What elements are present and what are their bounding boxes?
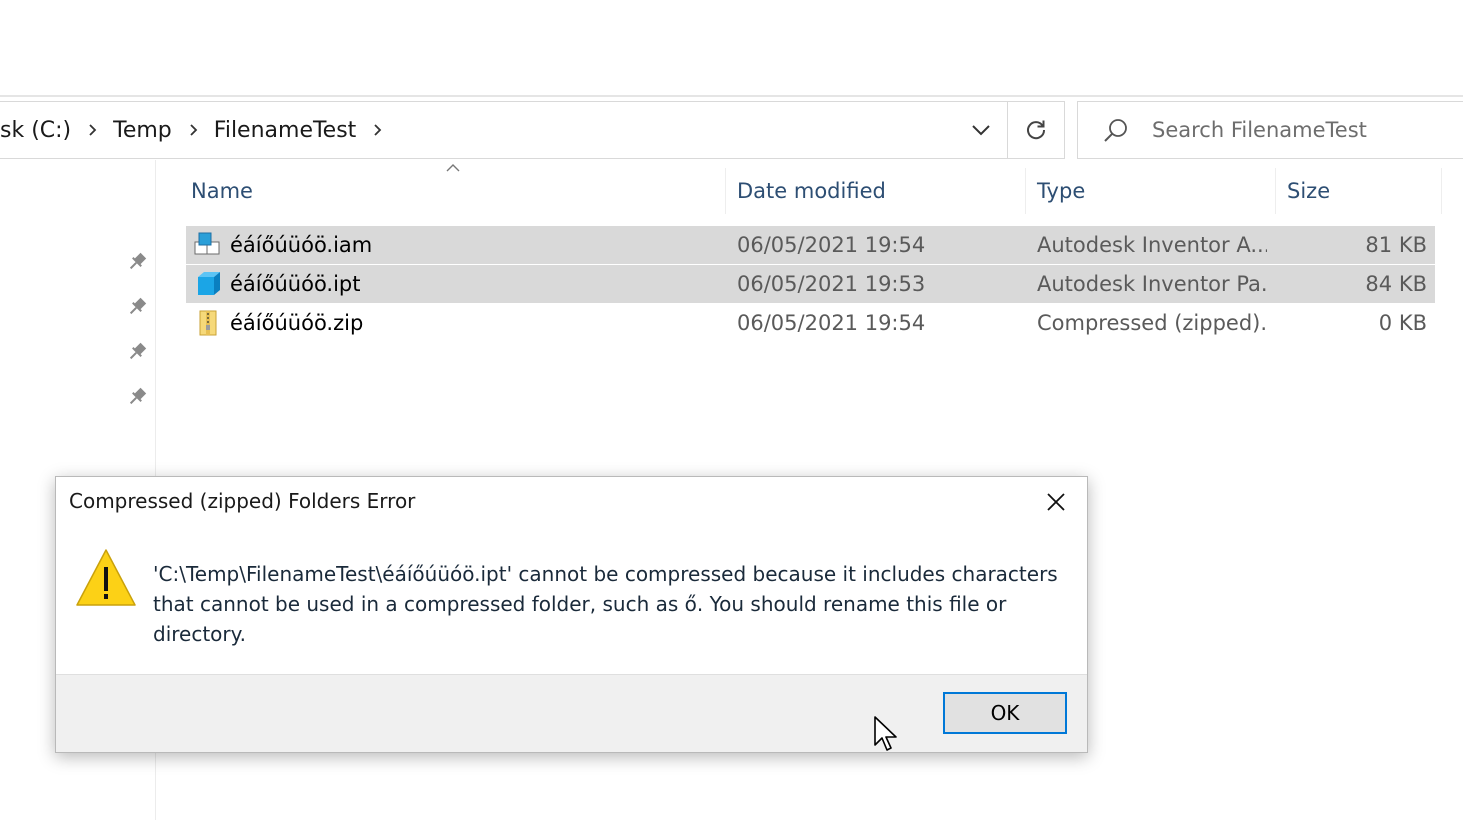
- search-input[interactable]: [1152, 102, 1463, 158]
- pin-icon[interactable]: [124, 249, 150, 275]
- table-row[interactable]: éáíőúüóö.iam 06/05/2021 19:54 Autodesk I…: [186, 226, 1435, 264]
- file-name: éáíőúüóö.zip: [230, 311, 364, 335]
- table-row[interactable]: éáíőúüóö.zip 06/05/2021 19:54 Compressed…: [186, 304, 1435, 342]
- file-name: éáíőúüóö.iam: [230, 233, 373, 257]
- refresh-icon: [1027, 120, 1046, 140]
- chevron-down-icon: [972, 125, 990, 136]
- file-date-modified: 06/05/2021 19:53: [737, 272, 926, 296]
- mouse-cursor-icon: [874, 716, 897, 751]
- column-divider[interactable]: [1441, 168, 1442, 214]
- dialog-message: 'C:\Temp\FilenameTest\éáíőúüóö.ipt' cann…: [153, 562, 1058, 646]
- pin-icon[interactable]: [124, 294, 150, 320]
- chevron-right-icon[interactable]: [87, 124, 99, 136]
- address-history-dropdown[interactable]: [956, 102, 1006, 158]
- file-type: Autodesk Inventor A...: [1037, 233, 1267, 257]
- dialog-title: Compressed (zipped) Folders Error: [69, 489, 416, 513]
- breadcrumb-filenametest[interactable]: FilenameTest: [214, 118, 357, 143]
- pin-icon[interactable]: [124, 339, 150, 365]
- table-row[interactable]: éáíőúüóö.ipt 06/05/2021 19:53 Autodesk I…: [186, 265, 1435, 303]
- file-type: Autodesk Inventor Pa...: [1037, 272, 1267, 296]
- file-size: 0 KB: [1378, 311, 1427, 335]
- warning-icon: [76, 549, 136, 606]
- column-header-size[interactable]: Size: [1287, 168, 1437, 214]
- breadcrumb: sk (C:) Temp FilenameTest: [0, 102, 398, 158]
- file-size: 81 KB: [1365, 233, 1427, 257]
- ribbon-area: [0, 0, 1463, 96]
- file-size: 84 KB: [1365, 272, 1427, 296]
- file-date-modified: 06/05/2021 19:54: [737, 311, 926, 335]
- zip-folder-icon: [199, 310, 217, 336]
- dialog-footer: OK: [56, 674, 1087, 752]
- address-bar[interactable]: sk (C:) Temp FilenameTest: [0, 101, 1065, 159]
- column-header-type[interactable]: Type: [1037, 168, 1267, 214]
- column-divider[interactable]: [1275, 168, 1276, 214]
- file-name: éáíőúüóö.ipt: [230, 272, 361, 296]
- error-dialog: Compressed (zipped) Folders Error 'C:\Te…: [55, 476, 1088, 753]
- close-button[interactable]: [1035, 481, 1077, 523]
- chevron-right-icon[interactable]: [188, 124, 200, 136]
- search-box[interactable]: [1077, 101, 1463, 159]
- column-header-name[interactable]: Name: [191, 168, 721, 214]
- file-type: Compressed (zipped)...: [1037, 311, 1267, 335]
- close-icon: [1047, 493, 1065, 511]
- breadcrumb-drive[interactable]: sk (C:): [0, 118, 71, 143]
- column-header-date-modified[interactable]: Date modified: [737, 168, 1017, 214]
- refresh-button[interactable]: [1008, 102, 1064, 158]
- ok-button[interactable]: OK: [943, 692, 1067, 734]
- column-divider[interactable]: [1025, 168, 1026, 214]
- search-icon: [1104, 119, 1127, 142]
- ribbon-separator: [0, 95, 1463, 97]
- inventor-part-icon: [198, 272, 220, 295]
- inventor-assembly-icon: [194, 232, 220, 255]
- pin-icon[interactable]: [124, 384, 150, 410]
- file-date-modified: 06/05/2021 19:54: [737, 233, 926, 257]
- chevron-right-icon[interactable]: [372, 124, 384, 136]
- breadcrumb-temp[interactable]: Temp: [113, 118, 172, 143]
- column-divider[interactable]: [725, 168, 726, 214]
